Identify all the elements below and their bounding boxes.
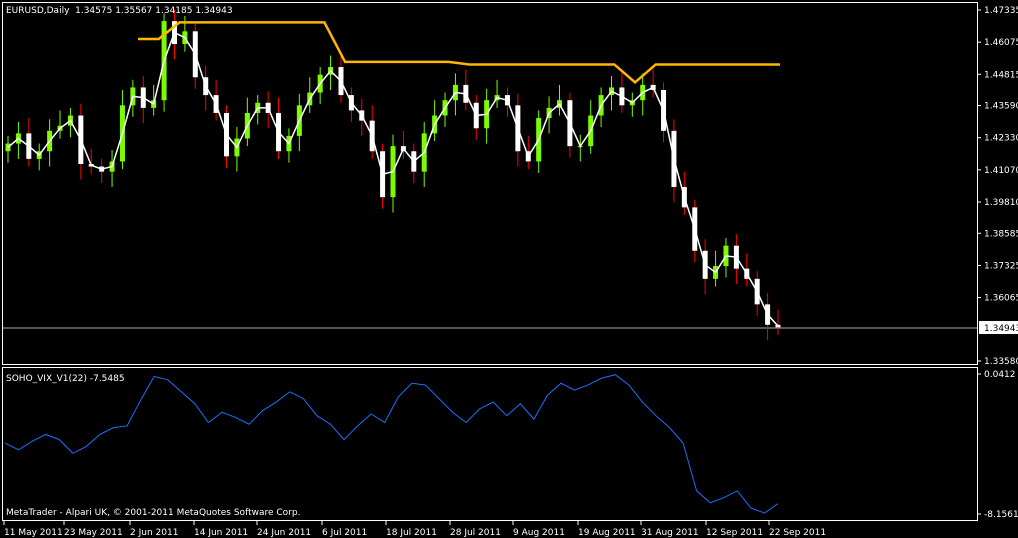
price-axis: 1.47335 1.46075 1.44815 1.43590 1.42330 1.410… bbox=[977, 6, 1018, 367]
stop-line-group bbox=[138, 21, 780, 84]
price-tick-label: 1.39810 bbox=[984, 198, 1018, 208]
indicator-tick-bottom: -8.1561 bbox=[984, 510, 1018, 520]
time-tick-label: 22 Sep 2011 bbox=[769, 528, 826, 538]
chart-svg: 1.47335 1.46075 1.44815 1.43590 1.42330 1.410… bbox=[2, 2, 1018, 538]
time-tick-label: 9 Aug 2011 bbox=[513, 528, 565, 538]
price-tick-label: 1.41070 bbox=[984, 166, 1018, 176]
indicator-line-group bbox=[4, 374, 779, 514]
time-tick-label: 28 Jul 2011 bbox=[450, 528, 501, 538]
price-tick-label: 1.38585 bbox=[984, 229, 1018, 239]
indicator-tick-top: 0.0412 bbox=[984, 370, 1016, 380]
time-tick-label: 23 May 2011 bbox=[64, 528, 123, 538]
price-tick-label: 1.44815 bbox=[984, 70, 1018, 80]
time-axis: 11 May 2011 23 May 2011 2 Jun 2011 14 Jun 2… bbox=[3, 521, 826, 538]
time-tick-label: 12 Sep 2011 bbox=[706, 528, 763, 538]
main-panel-frame bbox=[2, 2, 978, 365]
indicator-panel-header: SOHO_VIX_V1(22) -7.5485 bbox=[6, 374, 125, 384]
copyright-footer: MetaTrader - Alpari UK, © 2001-2011 Meta… bbox=[6, 508, 300, 518]
price-tick-label: 1.36065 bbox=[984, 294, 1018, 304]
main-panel-header: EURUSD,Daily 1.34575 1.35567 1.34185 1.3… bbox=[6, 6, 233, 16]
price-tick-label: 1.37325 bbox=[984, 261, 1018, 271]
price-tick-label: 1.42330 bbox=[984, 134, 1018, 144]
price-tick-label: 1.33580 bbox=[984, 357, 1018, 367]
candles bbox=[5, 9, 781, 341]
price-tick-label: 1.46075 bbox=[984, 38, 1018, 48]
time-tick-label: 6 Jul 2011 bbox=[322, 528, 367, 538]
stop-line bbox=[138, 21, 780, 84]
chart-window: 1.47335 1.46075 1.44815 1.43590 1.42330 1.410… bbox=[0, 0, 1018, 538]
candle-body bbox=[5, 143, 11, 152]
indicator-line bbox=[4, 374, 779, 514]
time-tick-label: 31 Aug 2011 bbox=[641, 528, 699, 538]
price-tick-label: 1.47335 bbox=[984, 6, 1018, 16]
time-tick-label: 2 Jun 2011 bbox=[130, 528, 178, 538]
current-price-label: 1.34943 bbox=[984, 324, 1018, 334]
indicator-panel-frame bbox=[2, 367, 978, 521]
time-tick-label: 19 Aug 2011 bbox=[578, 528, 636, 538]
price-tick-label: 1.43590 bbox=[984, 102, 1018, 112]
time-tick-label: 18 Jul 2011 bbox=[386, 528, 437, 538]
time-tick-label: 24 Jun 2011 bbox=[257, 528, 311, 538]
time-tick-label: 14 Jun 2011 bbox=[194, 528, 248, 538]
time-tick-label: 11 May 2011 bbox=[4, 528, 63, 538]
